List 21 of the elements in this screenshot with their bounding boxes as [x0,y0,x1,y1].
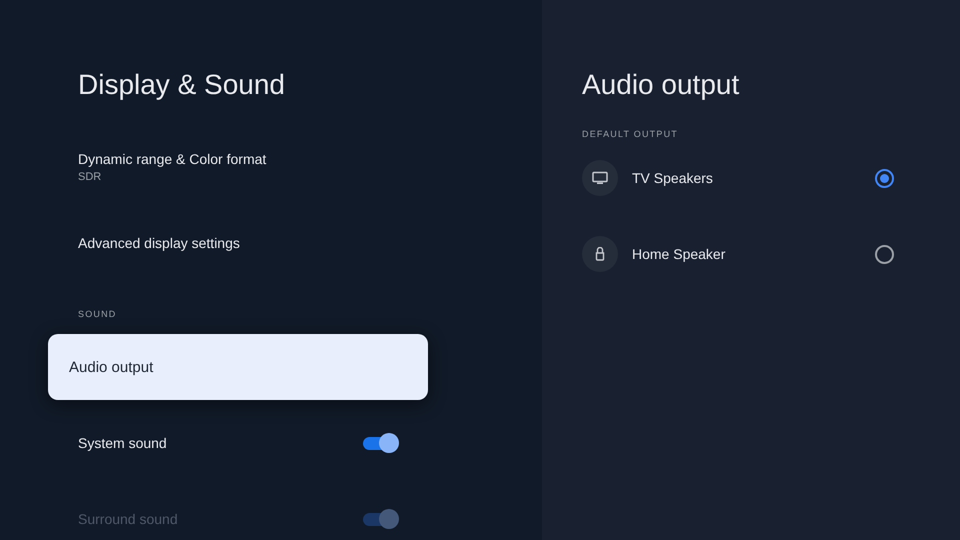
tv-icon [592,171,608,185]
menu-item-label: Advanced display settings [78,235,240,251]
menu-item[interactable]: Audio output [48,334,428,400]
menu-item[interactable]: System sound [78,405,398,481]
panel-title: Display & Sound [78,68,286,102]
menu-item-label: Audio output [69,358,154,376]
option-label: Home Speaker [632,246,726,262]
panel-title: Audio output [582,68,740,102]
menu-item[interactable]: Dynamic range & Color format SDR [78,129,398,205]
radio-button[interactable] [875,244,894,264]
output-option[interactable]: Home Speaker [582,216,894,292]
output-option[interactable]: TV Speakers [582,140,894,216]
menu-item[interactable]: Advanced display settings [78,205,398,281]
menu-item-label: System sound [78,435,167,451]
section-header: DEFAULT OUTPUT [582,129,678,139]
option-label: TV Speakers [632,170,714,186]
menu-item-label: Dynamic range & Color format [78,151,266,167]
radio-button[interactable] [875,168,894,188]
menu-item-label: Surround sound [78,511,178,527]
section-header: SOUND [78,309,117,319]
menu-item-value: SDR [78,171,102,183]
